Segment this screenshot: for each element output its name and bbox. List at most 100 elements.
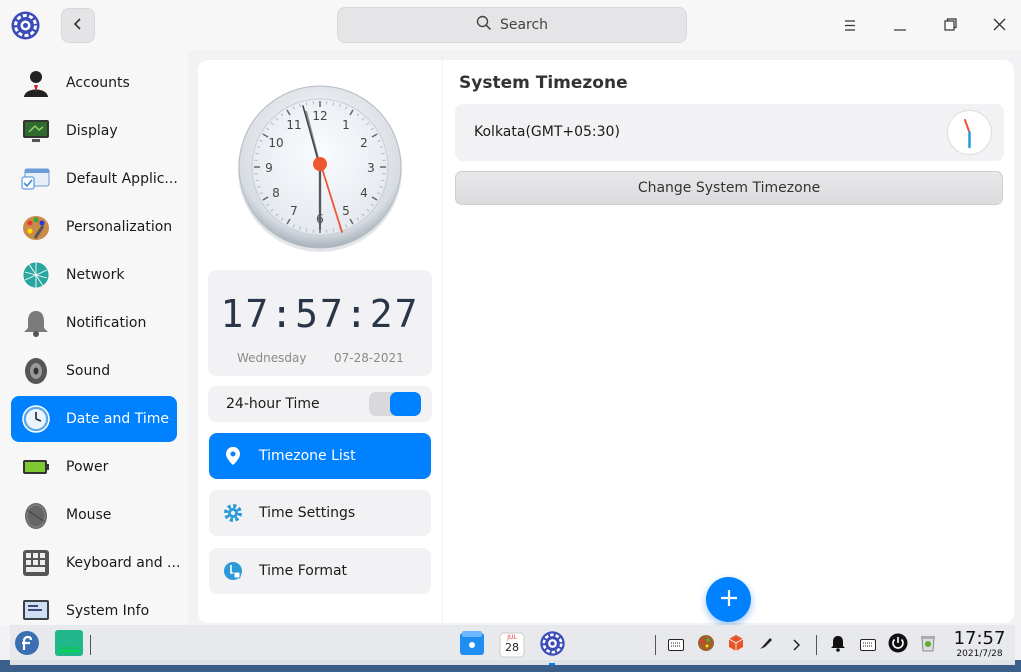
tray-expand-button[interactable] bbox=[786, 635, 806, 655]
tray-keyboard-2[interactable] bbox=[858, 635, 878, 655]
timezone-list-button[interactable]: Timezone List bbox=[209, 433, 431, 479]
back-icon bbox=[73, 16, 83, 35]
time-settings-button[interactable]: Time Settings bbox=[209, 490, 431, 536]
system-info-icon bbox=[21, 596, 51, 625]
sidebar-item-date-and-time[interactable]: Date and Time bbox=[11, 396, 177, 442]
weekday-label: Wednesday bbox=[237, 351, 307, 365]
sidebar-item-mouse[interactable]: Mouse bbox=[11, 492, 177, 538]
clock-number: 3 bbox=[367, 161, 375, 175]
clock-number: 7 bbox=[290, 204, 298, 218]
settings-app-button[interactable] bbox=[537, 630, 567, 665]
tray-app-1[interactable] bbox=[696, 635, 716, 655]
launcher-button[interactable] bbox=[12, 630, 42, 660]
keyboard-tray-icon bbox=[860, 636, 876, 655]
clock-number: 4 bbox=[360, 186, 368, 200]
dock-separator bbox=[655, 635, 656, 655]
sidebar: Accounts Display Default Applic... Perso… bbox=[0, 50, 188, 625]
hour24-toggle[interactable] bbox=[369, 392, 421, 416]
section-title: System Timezone bbox=[459, 73, 628, 93]
sidebar-item-power[interactable]: Power bbox=[11, 444, 177, 490]
sidebar-item-personalization[interactable]: Personalization bbox=[11, 204, 177, 250]
clock-number: 2 bbox=[360, 136, 368, 150]
clock-icon bbox=[21, 404, 51, 434]
tray-notification-button[interactable] bbox=[828, 635, 848, 655]
sidebar-item-display[interactable]: Display bbox=[11, 108, 177, 154]
clock-number: 5 bbox=[342, 204, 350, 218]
accounts-icon bbox=[21, 68, 51, 98]
back-button[interactable] bbox=[61, 8, 95, 43]
sidebar-item-sound[interactable]: Sound bbox=[11, 348, 177, 394]
time-format-button[interactable]: Time Format bbox=[209, 548, 431, 594]
clock-number: 1 bbox=[342, 118, 350, 132]
dock-clock-time[interactable]: 17:57 bbox=[952, 628, 1007, 649]
terminal-button[interactable] bbox=[54, 630, 84, 660]
menu-button[interactable] bbox=[839, 14, 861, 36]
timezone-clock-icon bbox=[946, 109, 993, 156]
pen-tray-icon bbox=[758, 635, 774, 655]
tray-pen[interactable] bbox=[756, 635, 776, 655]
calendar-button[interactable]: JUL 28 bbox=[497, 630, 527, 660]
default-apps-icon bbox=[21, 164, 51, 194]
analog-clock: 12 1 2 3 4 5 6 7 8 9 10 11 bbox=[236, 84, 404, 252]
active-app-indicator bbox=[549, 663, 555, 665]
maximize-icon bbox=[943, 16, 957, 35]
file-manager-icon bbox=[458, 629, 486, 661]
location-pin-icon bbox=[223, 446, 243, 466]
tray-keyboard-1[interactable] bbox=[666, 635, 686, 655]
terminal-icon bbox=[54, 629, 84, 661]
add-timezone-button[interactable] bbox=[706, 577, 751, 622]
toggle-knob bbox=[390, 392, 421, 416]
clock-center bbox=[313, 157, 327, 171]
display-icon bbox=[21, 116, 51, 146]
clock-number: 12 bbox=[312, 109, 327, 123]
keyboard-tray-icon bbox=[668, 636, 684, 655]
hour24-row: 24-hour Time bbox=[208, 386, 432, 422]
settings-app-icon bbox=[539, 630, 566, 661]
search-input[interactable]: Search bbox=[337, 7, 687, 43]
search-icon bbox=[476, 15, 492, 35]
sidebar-item-default-apps[interactable]: Default Applic... bbox=[11, 156, 178, 202]
sidebar-item-network[interactable]: Network bbox=[11, 252, 177, 298]
close-button[interactable] bbox=[988, 14, 1010, 36]
time-format-icon bbox=[223, 561, 243, 581]
digital-time: 17:57:27 bbox=[220, 292, 420, 336]
current-timezone-row: Kolkata(GMT+05:30) bbox=[455, 104, 1004, 161]
keyboard-icon bbox=[21, 548, 51, 578]
timezone-label: Kolkata(GMT+05:30) bbox=[474, 124, 620, 140]
calendar-month: JUL bbox=[507, 634, 517, 641]
sidebar-item-keyboard[interactable]: Keyboard and ... bbox=[11, 540, 180, 586]
menu-icon bbox=[844, 16, 856, 35]
maximize-button[interactable] bbox=[939, 14, 961, 36]
calendar-day: 28 bbox=[505, 641, 519, 654]
sidebar-item-system-info[interactable]: System Info bbox=[11, 588, 177, 625]
file-manager-button[interactable] bbox=[457, 630, 487, 660]
tray-app-2[interactable] bbox=[726, 635, 746, 655]
tray-trash[interactable] bbox=[918, 635, 938, 655]
sidebar-item-notification[interactable]: Notification bbox=[11, 300, 177, 346]
cookie-tray-icon bbox=[697, 634, 715, 656]
change-timezone-button[interactable]: Change System Timezone bbox=[455, 171, 1003, 205]
package-tray-icon bbox=[727, 634, 745, 656]
search-label: Search bbox=[499, 17, 549, 33]
chevron-right-icon bbox=[792, 636, 801, 655]
date-label: 07-28-2021 bbox=[334, 351, 404, 365]
clock-number: 10 bbox=[268, 136, 283, 150]
dock-separator bbox=[90, 635, 91, 655]
plus-icon bbox=[719, 588, 739, 612]
taskbar-dock: JUL 28 17:57 2021/7/28 bbox=[10, 625, 1015, 665]
title-bar: Search bbox=[0, 0, 1021, 50]
clock-number: 8 bbox=[272, 186, 280, 200]
power-icon bbox=[888, 633, 908, 657]
minimize-button[interactable] bbox=[889, 14, 911, 36]
hour24-label: 24-hour Time bbox=[226, 396, 320, 412]
digital-clock: 17:57:27 Wednesday 07-28-2021 bbox=[208, 270, 432, 376]
clock-number: 9 bbox=[265, 161, 273, 175]
dock-separator bbox=[816, 635, 817, 655]
sidebar-item-accounts[interactable]: Accounts bbox=[11, 60, 177, 106]
tray-power-button[interactable] bbox=[888, 633, 908, 657]
notification-icon bbox=[21, 308, 51, 338]
battery-icon bbox=[21, 452, 51, 482]
dock-clock-date: 2021/7/28 bbox=[956, 649, 1003, 659]
close-icon bbox=[993, 16, 1006, 35]
network-icon bbox=[21, 260, 51, 290]
